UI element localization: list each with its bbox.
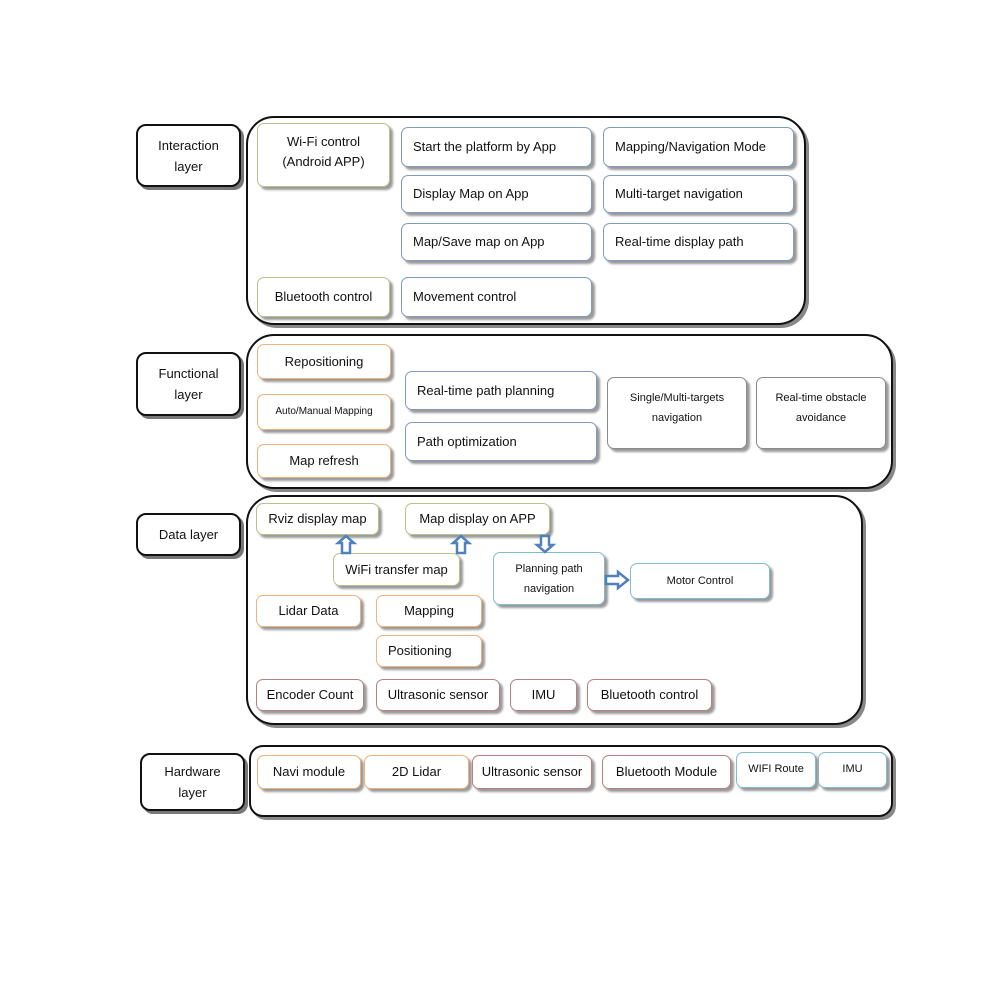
imu-hw-box: IMU [818,752,887,788]
realtime-display-path-box: Real-time display path [603,223,794,261]
lidar-data-box: Lidar Data [256,595,361,627]
map-refresh-box: Map refresh [257,444,391,478]
realtime-obstacle-avoidance-box: Real-time obstacle avoidance [756,377,886,449]
motor-control-box: Motor Control [630,563,770,599]
ultrasonic-sensor-box: Ultrasonic sensor [376,679,500,711]
bluetooth-control-data-box: Bluetooth control [587,679,712,711]
imu-box: IMU [510,679,577,711]
mapping-box: Mapping [376,595,482,627]
map-save-box: Map/Save map on App [401,223,592,261]
wifi-route-box: WIFI Route [736,752,816,788]
single-multi-targets-navigation-box: Single/Multi-targets navigation [607,377,747,449]
wifi-control-box: Wi-Fi control (Android APP) [257,123,390,187]
start-platform-box: Start the platform by App [401,127,592,167]
bluetooth-module-box: Bluetooth Module [602,755,731,789]
architecture-diagram: Interaction layer Wi-Fi control (Android… [0,0,1000,1000]
repositioning-box: Repositioning [257,344,391,379]
map-display-on-app-box: Map display on APP [405,503,550,535]
functional-layer-label: Functional layer [136,352,241,416]
rviz-display-map-box: Rviz display map [256,503,379,535]
data-layer-label: Data layer [136,513,241,556]
planning-path-navigation-box: Planning path navigation [493,552,605,605]
path-optimization-box: Path optimization [405,422,597,461]
2d-lidar-box: 2D Lidar [364,755,469,789]
wifi-transfer-map-box: WiFi transfer map [333,553,460,586]
multi-target-navigation-box: Multi-target navigation [603,175,794,213]
encoder-count-box: Encoder Count [256,679,364,711]
auto-manual-mapping-box: Auto/Manual Mapping [257,394,391,430]
interaction-layer-label: Interaction layer [136,124,241,187]
display-map-box: Display Map on App [401,175,592,213]
bluetooth-control-box: Bluetooth control [257,277,390,317]
positioning-box: Positioning [376,635,482,667]
realtime-path-planning-box: Real-time path planning [405,371,597,410]
ultrasonic-sensor-hw-box: Ultrasonic sensor [472,755,592,789]
mapping-navigation-mode-box: Mapping/Navigation Mode [603,127,794,167]
movement-control-box: Movement control [401,277,592,317]
hardware-layer-label: Hardware layer [140,753,245,811]
navi-module-box: Navi module [257,755,361,789]
